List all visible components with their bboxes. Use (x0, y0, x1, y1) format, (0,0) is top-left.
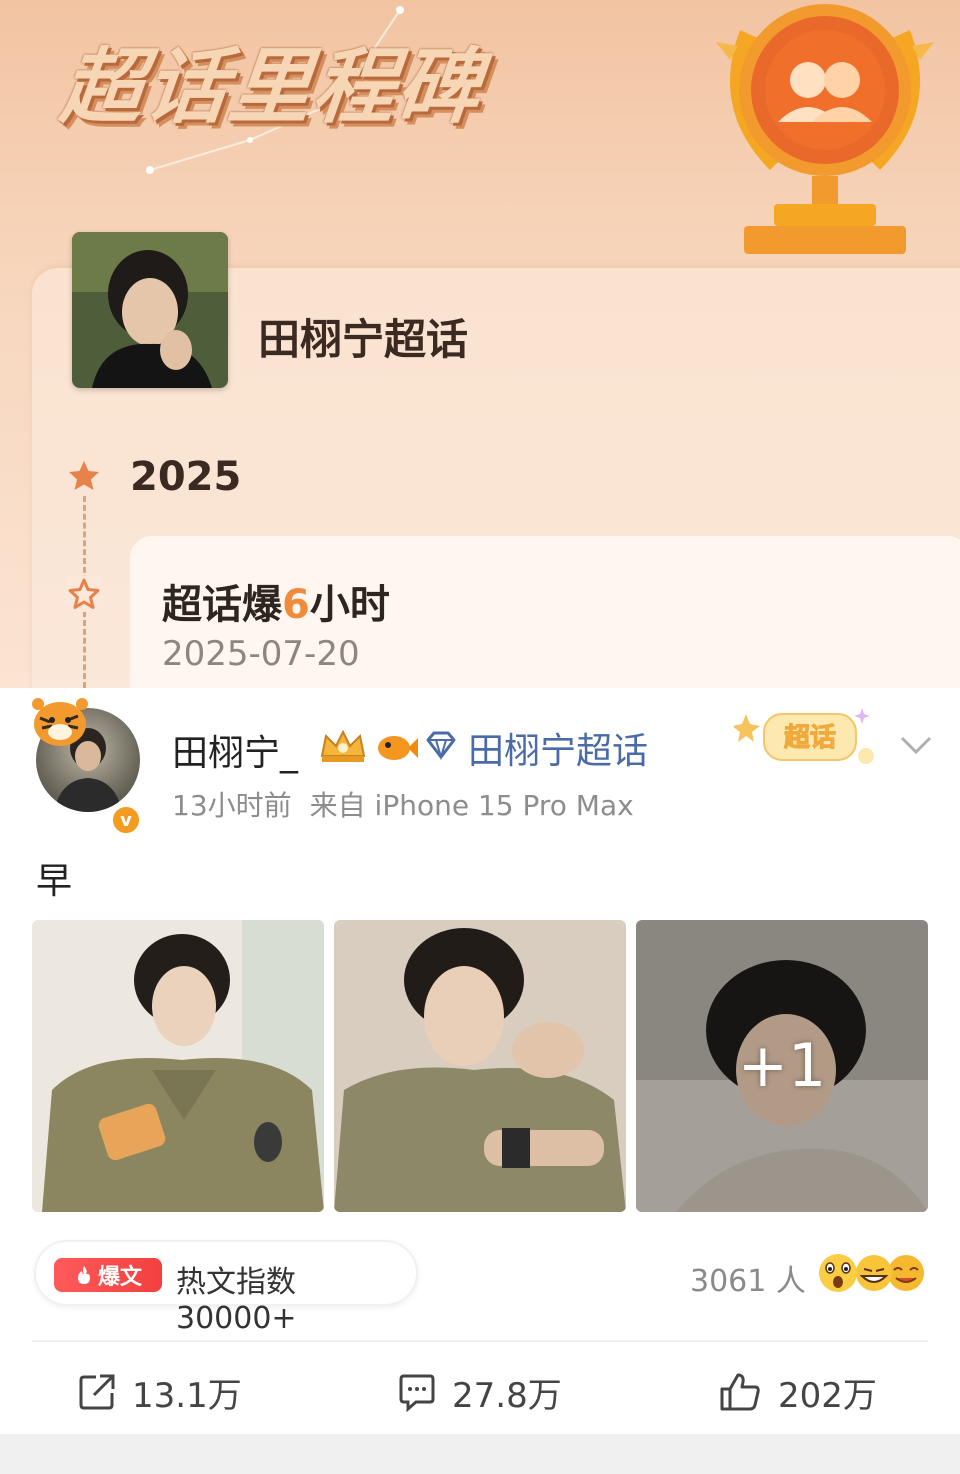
comment-icon (399, 1374, 435, 1413)
user-avatar[interactable]: v (32, 698, 142, 836)
topic-avatar-photo (72, 232, 228, 388)
post-source: 来自 iPhone 15 Pro Max (309, 789, 634, 822)
hot-index-text: 热文指数30000+ (176, 1265, 297, 1336)
hot-article-tag: 爆文 (54, 1258, 162, 1292)
post-image-1[interactable] (32, 920, 324, 1212)
like-button[interactable]: 202万 (718, 1368, 877, 1416)
chaohua-sticker-icon[interactable]: 超话 (734, 704, 880, 774)
hot-index-pill[interactable]: 爆文 热文指数30000+ (34, 1240, 418, 1336)
topic-name[interactable]: 田栩宁超话 (258, 306, 468, 367)
topic-link[interactable]: 田栩宁超话 (468, 722, 648, 774)
post-text: 早 (36, 861, 73, 902)
milestone-panel: 超话里程碑 田栩宁超话 2025 超话爆6小时 2025-07-20 (0, 0, 960, 688)
post-time: 13小时前 (172, 789, 292, 822)
svg-text:超话: 超话 (784, 723, 836, 753)
star-filled-icon (69, 461, 99, 490)
verified-badge-icon: v (110, 804, 142, 836)
fish-badge-icon[interactable] (374, 730, 418, 766)
reaction-emoji-icons[interactable] (816, 1252, 932, 1294)
comment-count: 27.8万 (452, 1375, 562, 1416)
chevron-down-icon[interactable] (898, 732, 934, 756)
crown-badge-icon[interactable] (318, 726, 368, 766)
milestone-title: 超话里程碑 (56, 40, 487, 135)
like-count: 202万 (778, 1375, 877, 1416)
post-meta: 13小时前 来自 iPhone 15 Pro Max (172, 784, 634, 824)
thumbs-up-icon (720, 1373, 760, 1411)
year-label: 2025 (130, 454, 242, 500)
trophy-icon (716, 4, 934, 254)
divider (32, 1340, 928, 1342)
bottom-gap (0, 1434, 960, 1474)
fire-icon (77, 1266, 90, 1284)
event-title: 超话爆6小时 (162, 582, 390, 628)
star-outline-icon (66, 576, 102, 612)
weibo-post-card: v 田栩宁_ 田栩宁超话 超话 13小时前 来自 iPhone 15 Pro Ma… (0, 688, 960, 1434)
event-title-highlight: 6 (282, 582, 310, 628)
tiger-pendant-icon (32, 698, 88, 746)
diamond-icon (426, 731, 456, 760)
username[interactable]: 田栩宁_ (172, 724, 298, 776)
post-image-2[interactable] (334, 920, 626, 1212)
event-date: 2025-07-20 (162, 634, 360, 674)
post-image-3[interactable]: +1 (636, 920, 928, 1212)
share-icon (79, 1374, 115, 1410)
repost-button[interactable]: 13.1万 (76, 1368, 242, 1416)
comment-button[interactable]: 27.8万 (396, 1368, 562, 1416)
topic-avatar[interactable] (72, 232, 228, 388)
repost-count: 13.1万 (132, 1375, 242, 1416)
reactor-count[interactable]: 3061 人 (690, 1256, 806, 1300)
more-images-count: +1 (737, 1031, 827, 1101)
